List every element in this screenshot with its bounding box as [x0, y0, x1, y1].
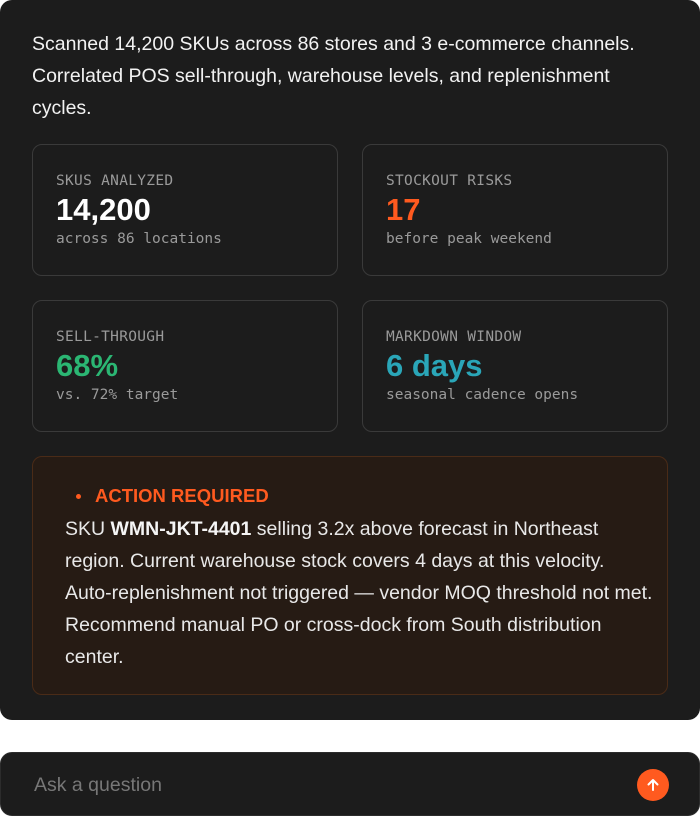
bullet-dot-icon — [76, 494, 81, 499]
metric-subtext: before peak weekend — [386, 231, 552, 247]
alert-body: SKU WMN-JKT-4401 selling 3.2x above fore… — [65, 513, 655, 673]
metric-label: SKUS ANALYZED — [56, 173, 174, 189]
metric-subtext: seasonal cadence opens — [386, 387, 579, 403]
alert-sku-code: WMN-JKT-4401 — [110, 518, 252, 540]
alert-body-prefix: SKU — [65, 518, 111, 540]
alert-heading: ACTION REQUIRED — [95, 485, 269, 506]
metric-value: 68% — [56, 348, 119, 383]
response-panel: Scanned 14,200 SKUs across 86 stores and… — [0, 0, 700, 720]
metric-value: 17 — [386, 192, 421, 227]
summary-text: Scanned 14,200 SKUs across 86 stores and… — [32, 28, 672, 124]
summary-line-1: Scanned 14,200 SKUs across 86 stores and… — [32, 33, 635, 55]
arrow-up-icon — [647, 779, 659, 791]
metric-subtext: across 86 locations — [56, 231, 222, 247]
metric-value: 6 days — [386, 348, 483, 383]
metric-label: STOCKOUT RISKS — [386, 173, 513, 189]
metric-card-skus-analyzed: SKUS ANALYZED 14,200 across 86 locations — [32, 144, 338, 276]
alert-body-text: selling 3.2x above forecast in Northeast… — [65, 518, 653, 668]
metric-value: 14,200 — [56, 192, 151, 227]
metric-subtext: vs. 72% target — [56, 387, 179, 403]
summary-line-2: Correlated POS sell-through, warehouse l… — [32, 65, 610, 119]
action-required-alert: ACTION REQUIRED SKU WMN-JKT-4401 selling… — [32, 456, 668, 695]
metric-card-stockout-risks: STOCKOUT RISKS 17 before peak weekend — [362, 144, 668, 276]
metric-label: SELL-THROUGH — [56, 329, 165, 345]
metric-card-markdown-window: MARKDOWN WINDOW 6 days seasonal cadence … — [362, 300, 668, 432]
send-button[interactable] — [637, 769, 669, 801]
ask-bar — [0, 752, 700, 816]
ask-input[interactable] — [32, 767, 596, 803]
metric-label: MARKDOWN WINDOW — [386, 329, 522, 345]
metric-card-sell-through: SELL-THROUGH 68% vs. 72% target — [32, 300, 338, 432]
